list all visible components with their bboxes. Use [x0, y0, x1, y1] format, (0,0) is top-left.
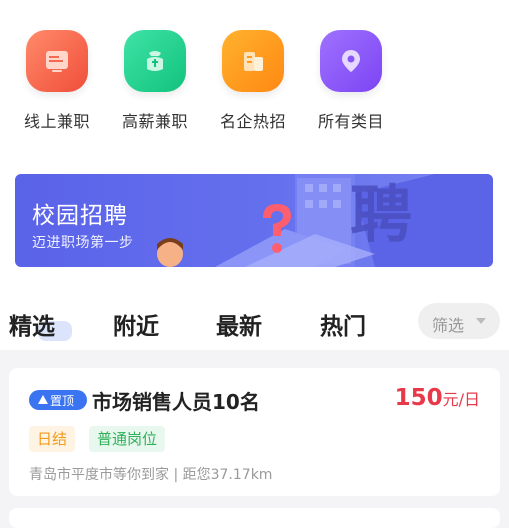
job-salary: 150元/日 [395, 385, 480, 411]
tab-nearby[interactable]: 附近 [113, 307, 159, 341]
job-location: 青岛市平度市等你到家 | 距您37.17km [29, 467, 273, 483]
category-all[interactable]: 所有类目 [303, 30, 399, 132]
chevron-down-icon [476, 318, 486, 324]
category-label: 高薪兼职 [121, 112, 188, 131]
tag-daily-settlement: 日结 [29, 426, 76, 452]
pinned-badge: 置顶 [29, 390, 87, 410]
job-card[interactable]: 置顶 市场销售人员10名 150元/日 日结 普通岗位 青岛市平度市等你到家 |… [9, 368, 500, 496]
banner-title: 校园招聘 [32, 203, 128, 229]
banner-subtitle: 迈进职场第一步 [32, 235, 134, 251]
high-pay-icon [124, 30, 186, 92]
online-job-icon [26, 30, 88, 92]
salary-unit: 元/日 [442, 390, 480, 409]
filter-label: 筛选 [432, 316, 465, 335]
category-high-pay[interactable]: 高薪兼职 [107, 30, 203, 132]
category-label: 所有类目 [317, 112, 384, 131]
tag-regular-position: 普通岗位 [89, 426, 166, 452]
job-title: 市场销售人员10名 [92, 390, 260, 414]
famous-company-icon [222, 30, 284, 92]
category-famous-company[interactable]: 名企热招 [205, 30, 301, 132]
tab-featured[interactable]: 精选 [9, 307, 55, 341]
category-label: 名企热招 [219, 112, 286, 131]
category-online-job[interactable]: 线上兼职 [9, 30, 105, 132]
category-label: 线上兼职 [23, 112, 90, 131]
filter-button[interactable]: 筛选 [418, 303, 500, 339]
salary-amount: 150 [394, 385, 443, 411]
banner-art-char: 聘 [350, 178, 413, 251]
tab-latest[interactable]: 最新 [216, 307, 262, 341]
campus-recruitment-banner[interactable]: 聘 校园招聘 迈进职场第一步 [15, 174, 493, 267]
pinned-label: 置顶 [50, 394, 75, 408]
next-job-card[interactable] [9, 508, 500, 528]
pin-up-icon [38, 395, 48, 404]
tab-popular[interactable]: 热门 [320, 307, 366, 341]
all-categories-icon [320, 30, 382, 92]
